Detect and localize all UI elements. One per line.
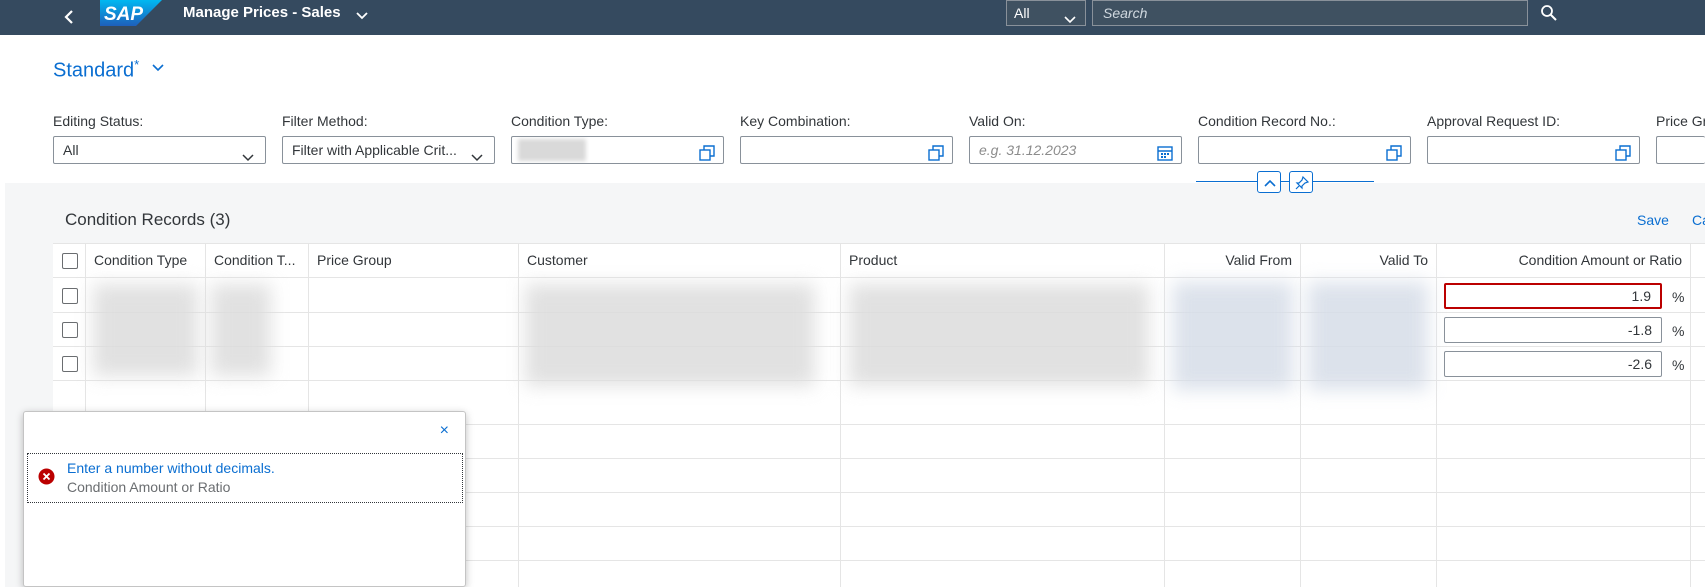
- variant-management[interactable]: Standard*: [53, 53, 139, 83]
- variant-modified-marker: *: [134, 57, 140, 72]
- filter-label-valid-on: Valid On:: [969, 113, 1026, 129]
- chevron-down-icon: [241, 145, 255, 163]
- filter-label-approval-request-id: Approval Request ID:: [1427, 113, 1561, 129]
- calendar-icon[interactable]: [1157, 143, 1173, 163]
- editing-status-value: All: [63, 142, 79, 158]
- search-input[interactable]: Search: [1092, 0, 1528, 26]
- row-checkbox[interactable]: [62, 288, 78, 304]
- condition-amount-value: 1.9: [1631, 288, 1651, 304]
- column-divider: [1300, 278, 1301, 587]
- condition-amount-unit: %: [1672, 357, 1685, 373]
- chevron-down-icon: [470, 145, 484, 163]
- condition-type-input[interactable]: [511, 136, 724, 164]
- row-checkbox[interactable]: [62, 356, 78, 372]
- pin-header-button[interactable]: [1289, 171, 1313, 193]
- search-scope-select[interactable]: All: [1006, 0, 1086, 26]
- condition-amount-value: -1.8: [1627, 322, 1652, 338]
- column-header-customer[interactable]: Customer: [519, 244, 841, 278]
- condition-amount-input[interactable]: -1.8: [1444, 317, 1662, 343]
- condition-amount-input[interactable]: 1.9: [1444, 283, 1662, 309]
- valid-on-date-picker[interactable]: e.g. 31.12.2023: [969, 136, 1182, 164]
- condition-type-token: [518, 139, 586, 161]
- collapse-header-button[interactable]: [1257, 171, 1281, 193]
- column-header-condition-type[interactable]: Condition Type: [86, 244, 206, 278]
- condition-amount-input[interactable]: -2.6: [1444, 351, 1662, 377]
- sap-logo[interactable]: SAP: [100, 0, 162, 26]
- back-icon[interactable]: [62, 8, 78, 26]
- row-checkbox[interactable]: [62, 322, 78, 338]
- pin-icon: [1295, 176, 1309, 190]
- value-help-icon[interactable]: [928, 143, 944, 163]
- redacted-valid-from: [1173, 282, 1293, 390]
- header-separator: [1196, 181, 1374, 182]
- table-title: Condition Records (3): [65, 210, 231, 229]
- chevron-down-icon[interactable]: [355, 8, 369, 26]
- app-title[interactable]: Manage Prices - Sales: [183, 4, 341, 22]
- column-header-filler: [1691, 244, 1705, 278]
- filter-method-select[interactable]: Filter with Applicable Crit...: [282, 136, 495, 164]
- message-subtitle: Condition Amount or Ratio: [67, 479, 231, 495]
- condition-amount-unit: %: [1672, 323, 1685, 339]
- search-scope-value: All: [1014, 5, 1030, 21]
- column-header-price-group[interactable]: Price Group: [309, 244, 519, 278]
- filter-label-condition-record-no: Condition Record No.:: [1198, 113, 1336, 129]
- svg-text:SAP: SAP: [104, 4, 143, 25]
- approval-request-id-input[interactable]: [1427, 136, 1640, 164]
- chevron-down-icon[interactable]: [151, 60, 165, 78]
- column-divider: [1690, 278, 1691, 587]
- cancel-button[interactable]: Ca: [1692, 212, 1705, 228]
- chevron-down-icon: [1063, 8, 1077, 32]
- message-item[interactable]: Enter a number without decimals. Conditi…: [27, 453, 463, 503]
- redacted-valid-to: [1308, 282, 1428, 390]
- search-placeholder: Search: [1103, 5, 1148, 21]
- column-divider: [518, 278, 519, 587]
- value-help-icon[interactable]: [1386, 143, 1402, 163]
- filter-label-editing-status: Editing Status:: [53, 113, 144, 129]
- variant-name: Standard: [53, 59, 135, 82]
- redacted-customer: [525, 284, 815, 386]
- redacted-condition-type: [93, 284, 198, 376]
- redacted-product: [849, 284, 1149, 386]
- redacted-condition-type-desc: [211, 284, 271, 376]
- condition-record-no-input[interactable]: [1198, 136, 1411, 164]
- column-header-valid-from[interactable]: Valid From: [1165, 244, 1301, 278]
- select-all-header: [53, 244, 86, 278]
- filter-label-key-combination: Key Combination:: [740, 113, 851, 129]
- filter-label-condition-type: Condition Type:: [511, 113, 609, 129]
- filter-label-price-group: Price Gr: [1656, 113, 1705, 129]
- value-help-icon[interactable]: [699, 143, 715, 163]
- value-help-icon[interactable]: [1615, 143, 1631, 163]
- filter-method-value: Filter with Applicable Crit...: [292, 142, 457, 158]
- column-header-valid-to[interactable]: Valid To: [1301, 244, 1437, 278]
- chevron-up-icon: [1264, 179, 1276, 187]
- message-popover: × Enter a number without decimals. Condi…: [23, 411, 466, 587]
- close-icon[interactable]: ×: [440, 423, 449, 439]
- error-icon: [38, 468, 55, 490]
- editing-status-select[interactable]: All: [53, 136, 266, 164]
- filter-label-filter-method: Filter Method:: [282, 113, 368, 129]
- column-header-product[interactable]: Product: [841, 244, 1165, 278]
- column-header-condition-type-desc[interactable]: Condition T...: [206, 244, 309, 278]
- shell-bar: SAP Manage Prices - Sales All Search: [0, 0, 1705, 35]
- message-title[interactable]: Enter a number without decimals.: [67, 459, 275, 477]
- valid-on-placeholder: e.g. 31.12.2023: [979, 142, 1077, 158]
- column-divider: [840, 278, 841, 587]
- condition-amount-unit: %: [1672, 289, 1685, 305]
- column-header-condition-amount[interactable]: Condition Amount or Ratio: [1437, 244, 1691, 278]
- condition-amount-value: -2.6: [1627, 356, 1652, 372]
- price-group-input[interactable]: [1656, 136, 1705, 164]
- save-button[interactable]: Save: [1637, 212, 1669, 228]
- column-divider: [1164, 278, 1165, 587]
- search-icon[interactable]: [1540, 4, 1558, 27]
- key-combination-input[interactable]: [740, 136, 953, 164]
- column-divider: [1436, 278, 1437, 587]
- select-all-checkbox[interactable]: [62, 253, 78, 269]
